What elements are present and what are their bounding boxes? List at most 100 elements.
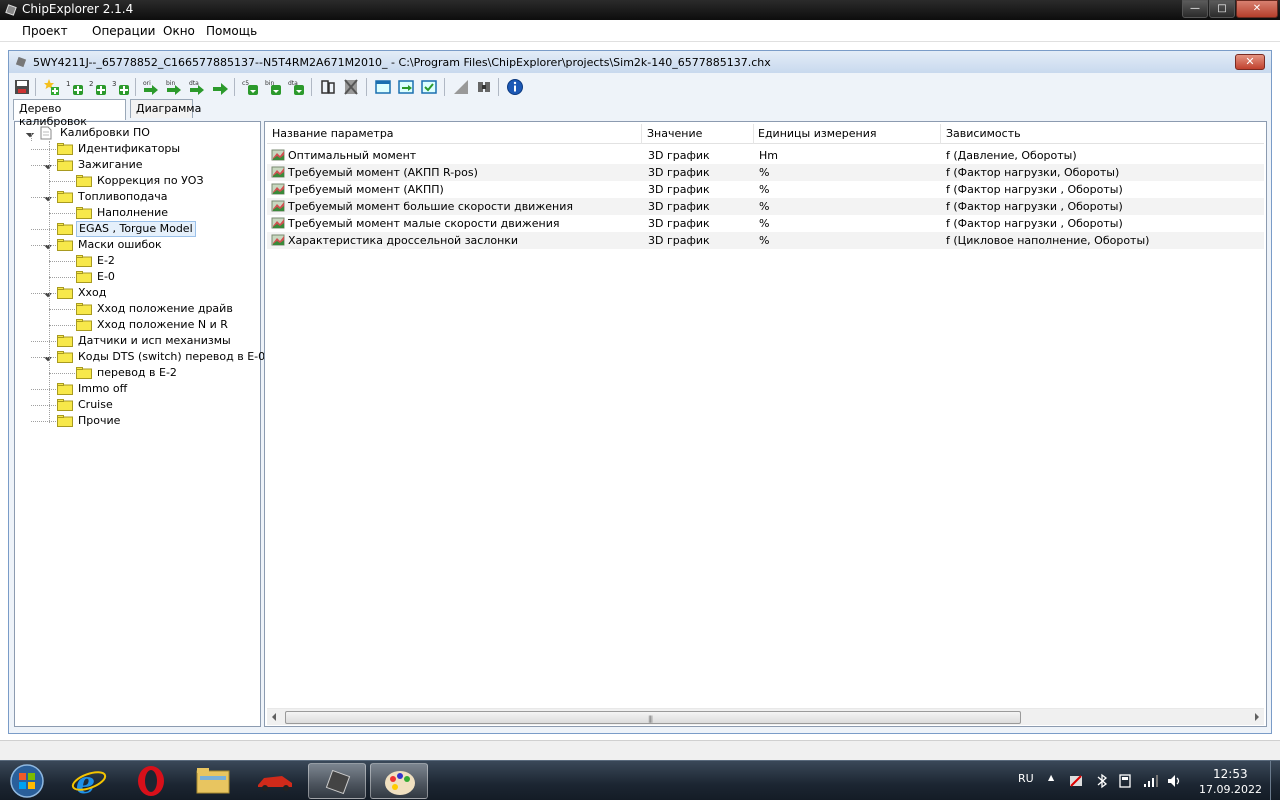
window-arrow-icon[interactable]: [397, 78, 415, 96]
column-header-dependency[interactable]: Зависимость: [946, 127, 1021, 140]
tree-item[interactable]: Топливоподача: [15, 189, 255, 205]
taskbar-ie[interactable]: e: [60, 763, 118, 800]
load-dta-icon[interactable]: dta: [188, 78, 206, 96]
tree-item[interactable]: E-2: [15, 253, 255, 269]
svg-text:dta: dta: [189, 80, 199, 87]
tree-item-label: Коды DTS (switch) перевод в E-0: [78, 350, 266, 363]
usb-icon[interactable]: [1118, 773, 1132, 789]
signal-icon[interactable]: [1143, 773, 1159, 789]
taskbar-opera[interactable]: [122, 763, 180, 799]
table-row[interactable]: Требуемый момент большие скорости движен…: [267, 198, 1264, 215]
maximize-button[interactable]: □: [1209, 0, 1235, 18]
folder-icon: [57, 383, 73, 395]
tray-expand-icon[interactable]: ▲: [1048, 773, 1054, 782]
forward-icon[interactable]: [211, 78, 229, 96]
calibration-tree: Калибровки ПО Идентификаторы Зажигание Корр…: [14, 121, 265, 727]
table-row[interactable]: Требуемый момент (АКПП) 3D график % f (Ф…: [267, 181, 1264, 198]
menu-item-help[interactable]: Помощь: [206, 24, 257, 38]
tree-item-label: Датчики и исп механизмы: [78, 334, 231, 347]
project-window-close-button[interactable]: ✕: [1235, 54, 1265, 70]
tree-item[interactable]: EGAS , Torgue Model: [15, 221, 255, 237]
tree-item[interactable]: Наполнение: [15, 205, 255, 221]
taskbar-chipexplorer[interactable]: [308, 763, 366, 799]
add-1-icon[interactable]: 1: [66, 78, 84, 96]
parameter-list: Название параметра Значение Единицы изме…: [264, 121, 1267, 727]
taskbar-explorer[interactable]: [184, 763, 242, 799]
tree-item[interactable]: Датчики и исп механизмы: [15, 333, 255, 349]
table-row[interactable]: Характеристика дроссельной заслонки 3D г…: [267, 232, 1264, 249]
svg-text:c5: c5: [242, 80, 249, 87]
clock-time[interactable]: 12:53: [1213, 767, 1248, 781]
scroll-right-icon[interactable]: [1255, 713, 1259, 721]
save-c5-icon[interactable]: c5: [241, 78, 259, 96]
tab-diagram[interactable]: Диаграмма: [130, 99, 201, 118]
save-dta-icon[interactable]: dta: [287, 78, 305, 96]
taskbar-car-app[interactable]: [246, 763, 304, 799]
language-indicator[interactable]: RU: [1018, 772, 1034, 785]
add-2-icon[interactable]: 2: [89, 78, 107, 96]
save-bin-icon[interactable]: bin: [264, 78, 282, 96]
delete-icon[interactable]: [342, 78, 360, 96]
copy-icon[interactable]: [319, 78, 337, 96]
tree-item-label: Xxод положение N и R: [97, 318, 228, 331]
ramp-icon[interactable]: [452, 78, 470, 96]
load-bin-icon[interactable]: bin: [165, 78, 183, 96]
column-header-name[interactable]: Название параметра: [272, 127, 394, 140]
new-star-icon[interactable]: [43, 78, 61, 96]
tree-item[interactable]: Xxод положение драйв: [15, 301, 255, 317]
tree-item[interactable]: Зажигание: [15, 157, 255, 173]
volume-icon[interactable]: [1166, 773, 1182, 789]
window-check-icon[interactable]: [420, 78, 438, 96]
column-header-value[interactable]: Значение: [647, 127, 702, 140]
tab-calibration-tree[interactable]: Дерево калибровок: [13, 99, 126, 128]
column-header-units[interactable]: Единицы измерения: [758, 127, 877, 140]
cell-name: Оптимальный момент: [288, 149, 417, 162]
cell-value: 3D график: [648, 200, 710, 213]
add-3-icon[interactable]: 3: [112, 78, 130, 96]
load-ori-icon[interactable]: ori: [142, 78, 160, 96]
clock-date[interactable]: 17.09.2022: [1199, 783, 1262, 796]
tree-item[interactable]: Xxод положение N и R: [15, 317, 255, 333]
opera-icon: [138, 766, 164, 796]
info-icon[interactable]: [506, 78, 524, 96]
compare-icon[interactable]: [475, 78, 493, 96]
table-row[interactable]: Требуемый момент (АКПП R-pos) 3D график …: [267, 164, 1264, 181]
start-button-icon[interactable]: [4, 762, 50, 800]
tree-item[interactable]: Прочие: [15, 413, 255, 429]
scrollbar-thumb[interactable]: |||: [285, 711, 1021, 724]
horizontal-scrollbar[interactable]: |||: [267, 708, 1264, 725]
tree-item-label: E-0: [97, 270, 115, 283]
table-row[interactable]: Оптимальный момент 3D график Нm f (Давле…: [267, 147, 1264, 164]
tree-item[interactable]: перевод в E-2: [15, 365, 255, 381]
tree-expander-icon[interactable]: [25, 128, 35, 138]
tree-item[interactable]: Xxод: [15, 285, 255, 301]
tree-item[interactable]: Маски ошибок: [15, 237, 255, 253]
tray-app-icon[interactable]: [1068, 773, 1084, 789]
menu-item-operations[interactable]: Операции: [92, 24, 155, 38]
close-button[interactable]: ✕: [1236, 0, 1278, 18]
save-icon[interactable]: [13, 78, 31, 96]
show-desktop-button[interactable]: [1270, 761, 1280, 800]
tree-item-label: Xxод: [78, 286, 107, 299]
cell-units: Нm: [759, 149, 778, 162]
taskbar-paint[interactable]: [370, 763, 428, 799]
cell-dependency: f (Фактор нагрузки, Обороты): [946, 166, 1120, 179]
tree-item-label: E-2: [97, 254, 115, 267]
window-icon[interactable]: [374, 78, 392, 96]
menu-item-project[interactable]: Проект: [22, 24, 68, 38]
cell-name: Требуемый момент (АКПП R-pos): [288, 166, 478, 179]
cell-dependency: f (Цикловое наполнение, Обороты): [946, 234, 1150, 247]
tree-item[interactable]: Коды DTS (switch) перевод в E-0: [15, 349, 265, 365]
minimize-button[interactable]: —: [1182, 0, 1208, 18]
tree-item[interactable]: Cruise: [15, 397, 255, 413]
menu-item-window[interactable]: Окно: [163, 24, 195, 38]
bluetooth-icon[interactable]: [1096, 773, 1108, 789]
tree-item[interactable]: Коррекция по УОЗ: [15, 173, 255, 189]
tree-item[interactable]: Immo off: [15, 381, 255, 397]
scroll-left-icon[interactable]: [272, 713, 276, 721]
status-bar: [0, 740, 1280, 760]
tree-item[interactable]: E-0: [15, 269, 255, 285]
tree-item[interactable]: Идентификаторы: [15, 141, 255, 157]
tree-item-label: Наполнение: [97, 206, 169, 219]
table-row[interactable]: Требуемый момент малые скорости движения…: [267, 215, 1264, 232]
